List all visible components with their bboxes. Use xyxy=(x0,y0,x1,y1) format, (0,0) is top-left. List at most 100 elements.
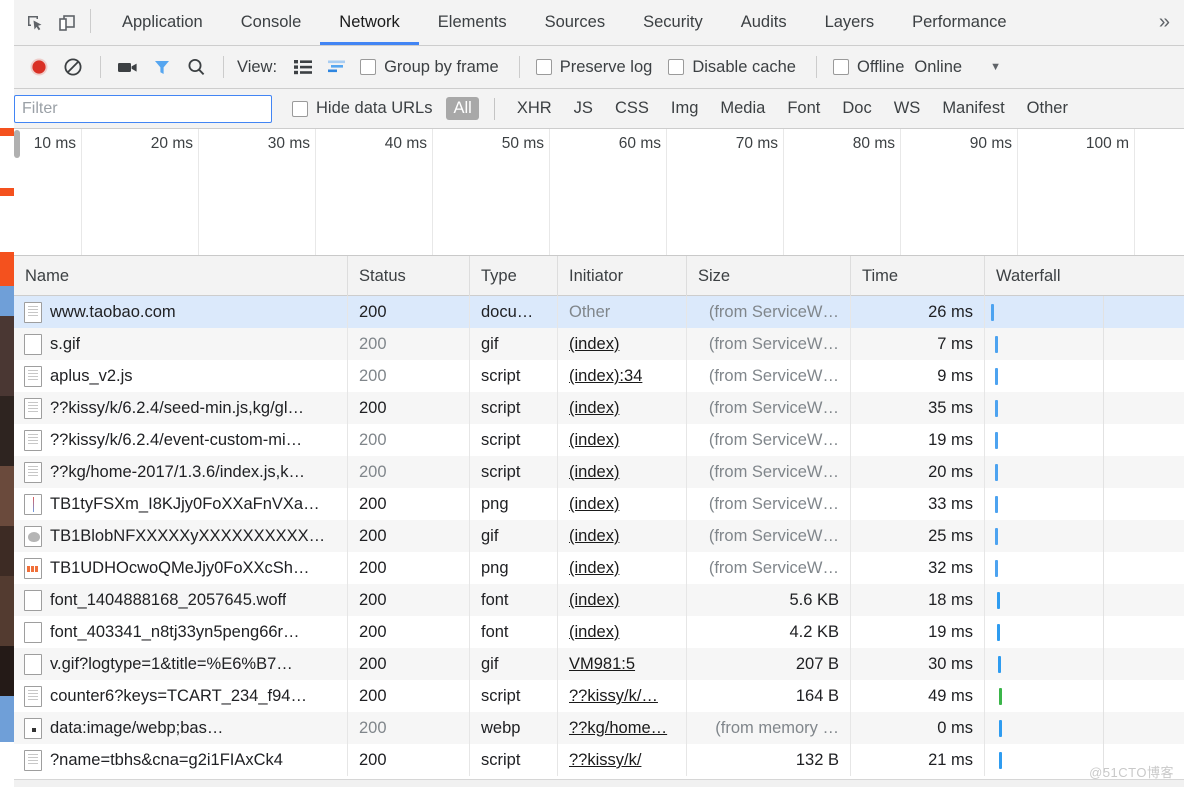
waterfall-divider xyxy=(1103,360,1104,392)
cell-initiator[interactable]: (index) xyxy=(558,392,687,424)
camera-icon[interactable] xyxy=(111,50,145,84)
table-row[interactable]: ??kissy/k/6.2.4/event-custom-mi… 200 scrip… xyxy=(14,424,1184,456)
filter-type-doc[interactable]: Doc xyxy=(835,97,878,120)
cell-initiator[interactable]: (index) xyxy=(558,456,687,488)
cell-initiator[interactable]: ??kissy/k/ xyxy=(558,744,687,776)
filter-type-xhr[interactable]: XHR xyxy=(510,97,559,120)
cell-initiator[interactable]: (index) xyxy=(558,552,687,584)
cell-initiator[interactable]: (index) xyxy=(558,520,687,552)
cell-initiator[interactable]: (index):34 xyxy=(558,360,687,392)
request-name: font_1404888168_2057645.woff xyxy=(50,591,287,609)
inspect-element-icon[interactable] xyxy=(20,8,50,38)
list-view-icon[interactable] xyxy=(286,50,320,84)
cell-waterfall xyxy=(985,584,1184,616)
record-button-icon[interactable] xyxy=(22,50,56,84)
clear-icon[interactable] xyxy=(56,50,90,84)
filter-type-other[interactable]: Other xyxy=(1020,97,1075,120)
cell-status: 200 xyxy=(348,392,470,424)
tab-label: Console xyxy=(240,13,302,31)
preserve-log-checkbox[interactable]: Preserve log xyxy=(530,58,659,77)
search-icon[interactable] xyxy=(179,50,213,84)
tab-security[interactable]: Security xyxy=(624,0,722,45)
filter-funnel-icon[interactable] xyxy=(145,50,179,84)
hide-data-urls-checkbox[interactable]: Hide data URLs xyxy=(286,99,438,118)
table-row[interactable]: s.gif 200 gif (index) (from ServiceW… 7 ms xyxy=(14,328,1184,360)
network-overview-timeline[interactable]: 10 ms 20 ms 30 ms 40 ms 50 ms 60 ms 70 ms 80 ms… xyxy=(14,129,1184,256)
cell-initiator[interactable]: (index) xyxy=(558,488,687,520)
column-header-name[interactable]: Name xyxy=(14,256,348,296)
checkbox-label: Group by frame xyxy=(384,57,499,76)
table-row[interactable]: TB1BlobNFXXXXXyXXXXXXXXXX… 200 gif (index)(… xyxy=(14,520,1184,552)
overview-tick-label: 40 ms xyxy=(384,135,427,152)
filter-type-manifest[interactable]: Manifest xyxy=(935,97,1011,120)
chevron-down-icon[interactable]: ▼ xyxy=(980,57,1011,77)
tab-application[interactable]: Application xyxy=(103,0,222,45)
filter-input[interactable] xyxy=(14,94,272,123)
cell-initiator[interactable]: (index) xyxy=(558,616,687,648)
more-tabs-icon[interactable]: » xyxy=(1153,0,1184,45)
cell-initiator[interactable]: ??kg/home… xyxy=(558,712,687,744)
column-header-type[interactable]: Type xyxy=(470,256,558,296)
filter-type-js[interactable]: JS xyxy=(567,97,600,120)
throttling-value[interactable]: Online xyxy=(914,58,962,77)
table-row[interactable]: TB1tyFSXm_I8KJjy0FoXXaFnVXa… 200 png (index… xyxy=(14,488,1184,520)
column-header-time[interactable]: Time xyxy=(851,256,985,296)
cell-size: 4.2 KB xyxy=(687,616,851,648)
tab-layers[interactable]: Layers xyxy=(806,0,894,45)
tab-sources[interactable]: Sources xyxy=(526,0,625,45)
tab-audits[interactable]: Audits xyxy=(722,0,806,45)
table-row[interactable]: v.gif?logtype=1&title=%E6%B7… 200 gif VM981… xyxy=(14,648,1184,680)
offline-checkbox[interactable]: Offline xyxy=(827,58,910,77)
cell-initiator[interactable]: ??kissy/k/… xyxy=(558,680,687,712)
tab-console[interactable]: Console xyxy=(222,0,321,45)
request-name: ?name=tbhs&cna=g2i1FIAxCk4 xyxy=(50,751,283,769)
overview-gridlines: 10 ms 20 ms 30 ms 40 ms 50 ms 60 ms 70 ms 80 ms… xyxy=(14,129,1184,255)
device-toolbar-icon[interactable] xyxy=(52,8,82,38)
table-row[interactable]: www.taobao.com 200 docum… Other (from Servic… xyxy=(14,296,1184,328)
filter-type-media[interactable]: Media xyxy=(713,97,772,120)
table-row[interactable]: font_1404888168_2057645.woff 200 font (inde… xyxy=(14,584,1184,616)
table-row[interactable]: TB1UDHOcwoQMeJjy0FoXXcSh… 200 png (index) (f… xyxy=(14,552,1184,584)
table-row[interactable]: ?name=tbhs&cna=g2i1FIAxCk4 200 script ??kis… xyxy=(14,744,1184,776)
table-row[interactable]: ??kissy/k/6.2.4/seed-min.js,kg/gl… 200 scr… xyxy=(14,392,1184,424)
filter-type-css[interactable]: CSS xyxy=(608,97,656,120)
waterfall-view-icon[interactable] xyxy=(320,50,354,84)
table-row[interactable]: aplus_v2.js 200 script (index):34 (from Serv… xyxy=(14,360,1184,392)
tab-network[interactable]: Network xyxy=(320,0,419,45)
cell-time: 26 ms xyxy=(851,296,985,328)
cell-initiator[interactable]: (index) xyxy=(558,424,687,456)
filter-type-ws[interactable]: WS xyxy=(887,97,928,120)
disable-cache-checkbox[interactable]: Disable cache xyxy=(662,58,802,77)
cell-time: 21 ms xyxy=(851,744,985,776)
filter-type-font[interactable]: Font xyxy=(780,97,827,120)
table-row[interactable]: ??kg/home-2017/1.3.6/index.js,k… 200 scrip… xyxy=(14,456,1184,488)
column-header-waterfall[interactable]: Waterfall xyxy=(985,256,1184,296)
filter-type-all[interactable]: All xyxy=(446,97,479,120)
cell-type: script xyxy=(470,360,558,392)
cell-initiator[interactable]: (index) xyxy=(558,584,687,616)
cell-size: (from ServiceW… xyxy=(687,520,851,552)
group-by-frame-checkbox[interactable]: Group by frame xyxy=(354,58,505,77)
table-row[interactable]: counter6?keys=TCART_234_f94… 200 script ??k… xyxy=(14,680,1184,712)
cell-status: 200 xyxy=(348,296,470,328)
waterfall-divider xyxy=(1103,552,1104,584)
tab-elements[interactable]: Elements xyxy=(419,0,526,45)
table-row[interactable]: font_403341_n8tj33yn5peng66r… 200 font (ind… xyxy=(14,616,1184,648)
column-header-size[interactable]: Size xyxy=(687,256,851,296)
table-row[interactable]: data:image/webp;bas… 200 webp ??kg/home… (fr… xyxy=(14,712,1184,744)
overview-gridline xyxy=(1134,129,1135,255)
document-file-icon xyxy=(24,301,42,323)
tab-performance[interactable]: Performance xyxy=(893,0,1025,45)
column-header-initiator[interactable]: Initiator xyxy=(558,256,687,296)
overview-gridline xyxy=(783,129,784,255)
cell-initiator[interactable]: VM981:5 xyxy=(558,648,687,680)
cell-name: v.gif?logtype=1&title=%E6%B7… xyxy=(14,648,348,680)
cell-initiator[interactable]: (index) xyxy=(558,328,687,360)
filter-type-img[interactable]: Img xyxy=(664,97,706,120)
waterfall-divider xyxy=(1103,520,1104,552)
overview-tick-label: 50 ms xyxy=(501,135,544,152)
tabbar-icon-group xyxy=(14,0,103,45)
request-name: TB1BlobNFXXXXXyXXXXXXXXXX… xyxy=(50,527,326,545)
column-header-status[interactable]: Status xyxy=(348,256,470,296)
cell-name: font_1404888168_2057645.woff xyxy=(14,584,348,616)
